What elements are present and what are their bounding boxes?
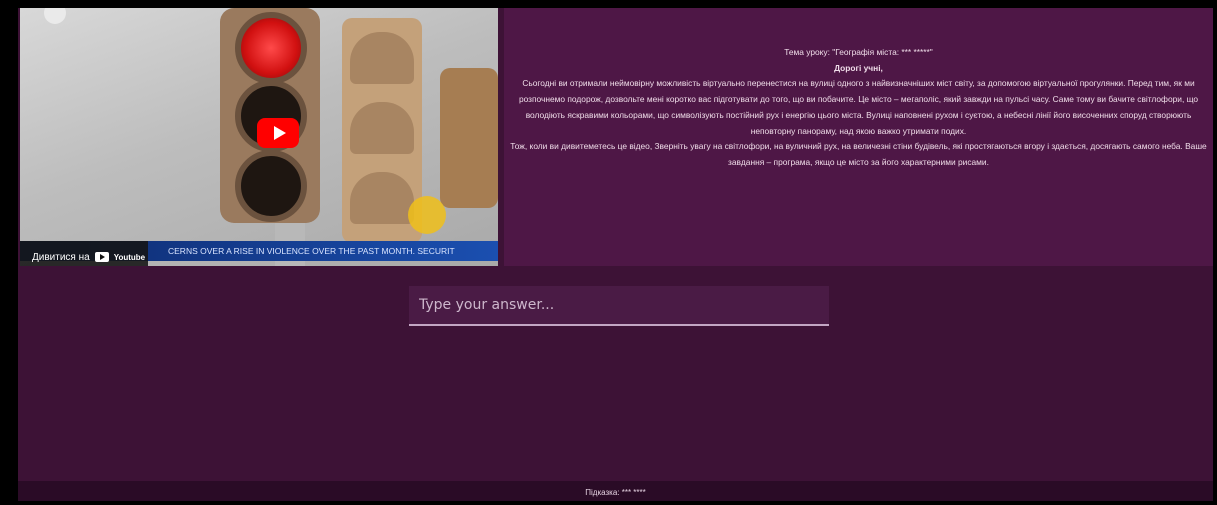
channel-avatar-icon <box>44 8 66 24</box>
youtube-logo-icon <box>94 252 109 262</box>
signal-hood <box>350 102 414 154</box>
watch-on-youtube-button[interactable]: Дивитися на Youtube <box>20 241 148 266</box>
lesson-paragraph-1: Сьогодні ви отримали неймовірну можливіс… <box>518 78 1199 136</box>
watch-on-label: Дивитися на <box>32 251 90 263</box>
video-scene-traffic-light-far <box>440 68 498 208</box>
lesson-panel: Тема уроку: "Географія міста: *** *****"… <box>504 8 1213 266</box>
signal-hood <box>350 32 414 84</box>
play-icon <box>273 126 286 140</box>
answer-input[interactable] <box>409 286 829 326</box>
lesson-topic: Тема уроку: "Географія міста: *** *****" <box>784 47 933 57</box>
green-light-lamp <box>235 150 307 222</box>
video-watermark <box>471 14 474 23</box>
red-light-lamp <box>235 12 307 84</box>
ticker-text: CERNS OVER A RISE IN VIOLENCE OVER THE P… <box>168 246 455 256</box>
news-channel-logo <box>408 196 446 234</box>
lesson-text: Тема уроку: "Географія міста: *** *****"… <box>504 45 1213 171</box>
play-button[interactable] <box>257 118 299 148</box>
signal-hood <box>350 172 414 224</box>
hint-text: Підказка: *** **** <box>585 488 646 497</box>
youtube-label: Youtube <box>113 252 146 262</box>
hint-footer: Підказка: *** **** <box>18 481 1213 501</box>
lesson-greeting: Дорогі учні, <box>834 62 883 73</box>
lesson-paragraph-2: Тож, коли ви дивитеметесь це відео, Звер… <box>510 141 1207 167</box>
youtube-video-player[interactable]: CERNS OVER A RISE IN VIOLENCE OVER THE P… <box>20 8 498 266</box>
